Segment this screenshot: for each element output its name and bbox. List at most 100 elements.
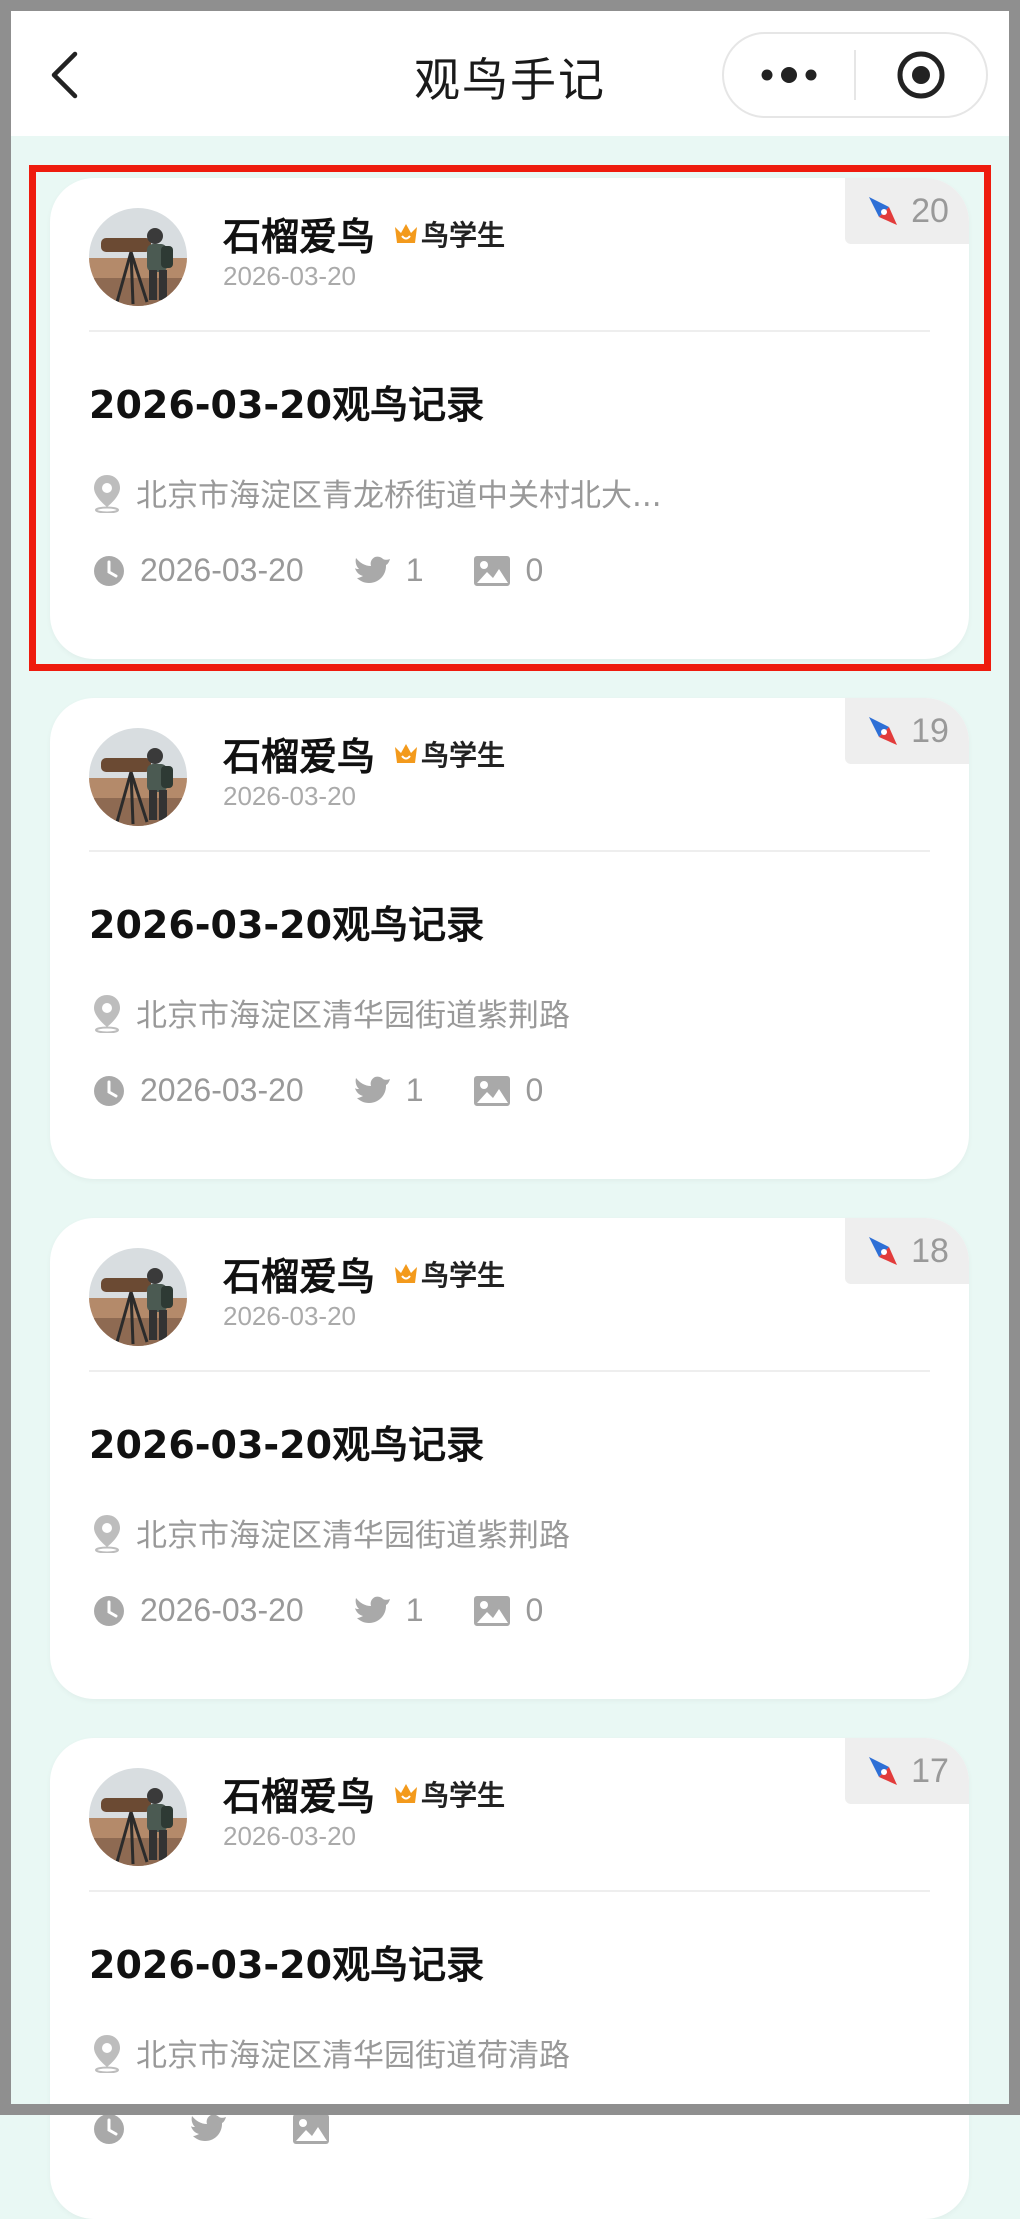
location-row: 北京市海淀区青龙桥街道中关村北大... bbox=[92, 470, 662, 515]
location-pin-icon bbox=[94, 474, 120, 513]
user-post-date: 2026-03-20 bbox=[223, 1301, 356, 1331]
username: 石榴爱鸟 bbox=[223, 735, 376, 779]
card-divider bbox=[89, 330, 930, 332]
location-text: 北京市海淀区清华园街道紫荆路 bbox=[136, 998, 570, 1034]
photo-count: 0 bbox=[525, 1592, 544, 1628]
close-miniprogram-button[interactable] bbox=[856, 34, 986, 116]
record-number: 19 bbox=[911, 711, 949, 750]
record-number: 20 bbox=[911, 191, 949, 230]
record-card[interactable]: 18 石榴爱鸟 鸟学生 2026-03-20 2026-03-20观鸟记录 北京… bbox=[50, 1218, 969, 1699]
meta-bird-count bbox=[190, 2113, 242, 2145]
username: 石榴爱鸟 bbox=[223, 215, 376, 259]
bird-count: 1 bbox=[405, 1592, 424, 1628]
crown-icon bbox=[395, 1784, 417, 1803]
meta-photo-count: 0 bbox=[473, 1072, 543, 1109]
crown-icon bbox=[395, 1264, 417, 1283]
record-date: 2026-03-20 bbox=[140, 552, 304, 588]
bird-icon bbox=[354, 556, 390, 583]
mini-program-capsule bbox=[722, 32, 988, 118]
meta-row bbox=[92, 2112, 394, 2146]
user-level-label: 鸟学生 bbox=[421, 1259, 506, 1292]
meta-date bbox=[92, 2112, 140, 2146]
bird-icon bbox=[354, 1076, 390, 1103]
meta-date: 2026-03-20 bbox=[92, 552, 304, 589]
user-level-label: 鸟学生 bbox=[421, 739, 506, 772]
bird-count: 1 bbox=[405, 1072, 424, 1108]
location-row: 北京市海淀区清华园街道紫荆路 bbox=[92, 1510, 570, 1555]
location-text: 北京市海淀区青龙桥街道中关村北大... bbox=[136, 478, 662, 514]
user-level-badge: 鸟学生 bbox=[393, 1774, 505, 1814]
clock-icon bbox=[94, 555, 124, 586]
record-number: 17 bbox=[911, 1751, 949, 1790]
avatar-photographer-image bbox=[89, 208, 187, 306]
user-level-label: 鸟学生 bbox=[421, 219, 506, 252]
crown-icon bbox=[395, 744, 417, 763]
meta-date: 2026-03-20 bbox=[92, 1592, 304, 1629]
card-divider bbox=[89, 1370, 930, 1372]
record-title: 2026-03-20观鸟记录 bbox=[89, 903, 485, 947]
meta-bird-count: 1 bbox=[354, 1592, 424, 1629]
image-icon bbox=[474, 1075, 511, 1106]
photo-count: 0 bbox=[525, 1072, 544, 1108]
avatar[interactable] bbox=[89, 1768, 187, 1866]
location-text: 北京市海淀区清华园街道紫荆路 bbox=[136, 1518, 570, 1554]
location-row: 北京市海淀区清华园街道紫荆路 bbox=[92, 990, 570, 1035]
navigation-bar: 观鸟手记 bbox=[0, 0, 1020, 136]
target-icon bbox=[897, 51, 945, 99]
meta-date: 2026-03-20 bbox=[92, 1072, 304, 1109]
avatar[interactable] bbox=[89, 208, 187, 306]
location-row: 北京市海淀区清华园街道荷清路 bbox=[92, 2030, 570, 2075]
record-card[interactable]: 17 石榴爱鸟 鸟学生 2026-03-20 2026-03-20观鸟记录 北京… bbox=[50, 1738, 969, 2219]
clock-icon bbox=[94, 2114, 124, 2144]
bird-count: 1 bbox=[405, 552, 424, 588]
compass-badge-icon bbox=[869, 197, 898, 225]
meta-photo-count: 0 bbox=[473, 552, 543, 589]
meta-row: 2026-03-20 1 0 bbox=[92, 552, 593, 589]
record-card[interactable]: 20 石榴爱鸟 鸟学生 2026-03-20 2026-03-20观鸟记录 北京… bbox=[50, 178, 969, 659]
bird-icon bbox=[354, 1596, 390, 1623]
record-title: 2026-03-20观鸟记录 bbox=[89, 1943, 485, 1987]
location-text: 北京市海淀区清华园街道荷清路 bbox=[136, 2038, 570, 2074]
record-title: 2026-03-20观鸟记录 bbox=[89, 383, 485, 427]
location-pin-icon bbox=[94, 1514, 120, 1553]
user-level-badge: 鸟学生 bbox=[393, 214, 505, 254]
username: 石榴爱鸟 bbox=[223, 1775, 376, 1819]
avatar-photographer-image bbox=[89, 728, 187, 826]
username: 石榴爱鸟 bbox=[223, 1255, 376, 1299]
more-button[interactable] bbox=[724, 34, 854, 116]
record-number-badge: 20 bbox=[845, 178, 969, 244]
more-dots-icon bbox=[761, 67, 817, 83]
user-post-date: 2026-03-20 bbox=[223, 261, 356, 291]
avatar-photographer-image bbox=[89, 1248, 187, 1346]
meta-row: 2026-03-20 1 0 bbox=[92, 1592, 593, 1629]
clock-icon bbox=[94, 1075, 124, 1106]
compass-badge-icon bbox=[869, 717, 898, 745]
photo-count: 0 bbox=[525, 552, 544, 588]
image-icon bbox=[293, 2114, 329, 2144]
record-number-badge: 18 bbox=[845, 1218, 969, 1284]
record-date: 2026-03-20 bbox=[140, 1592, 304, 1628]
record-number-badge: 17 bbox=[845, 1738, 969, 1804]
record-number: 18 bbox=[911, 1231, 949, 1270]
user-post-date: 2026-03-20 bbox=[223, 1821, 356, 1851]
meta-bird-count: 1 bbox=[354, 1072, 424, 1109]
location-pin-icon bbox=[94, 2034, 120, 2073]
meta-photo-count: 0 bbox=[473, 1592, 543, 1629]
avatar[interactable] bbox=[89, 1248, 187, 1346]
card-divider bbox=[89, 850, 930, 852]
compass-badge-icon bbox=[869, 1757, 898, 1785]
crown-icon bbox=[395, 224, 417, 243]
image-icon bbox=[474, 555, 511, 586]
meta-row: 2026-03-20 1 0 bbox=[92, 1072, 593, 1109]
record-number-badge: 19 bbox=[845, 698, 969, 764]
meta-bird-count: 1 bbox=[354, 552, 424, 589]
user-level-badge: 鸟学生 bbox=[393, 1254, 505, 1294]
avatar-photographer-image bbox=[89, 1768, 187, 1866]
card-divider bbox=[89, 1890, 930, 1892]
record-card[interactable]: 19 石榴爱鸟 鸟学生 2026-03-20 2026-03-20观鸟记录 北京… bbox=[50, 698, 969, 1179]
compass-badge-icon bbox=[869, 1237, 898, 1265]
bird-icon bbox=[191, 2114, 226, 2141]
avatar[interactable] bbox=[89, 728, 187, 826]
location-pin-icon bbox=[94, 994, 120, 1033]
user-level-label: 鸟学生 bbox=[421, 1779, 506, 1812]
